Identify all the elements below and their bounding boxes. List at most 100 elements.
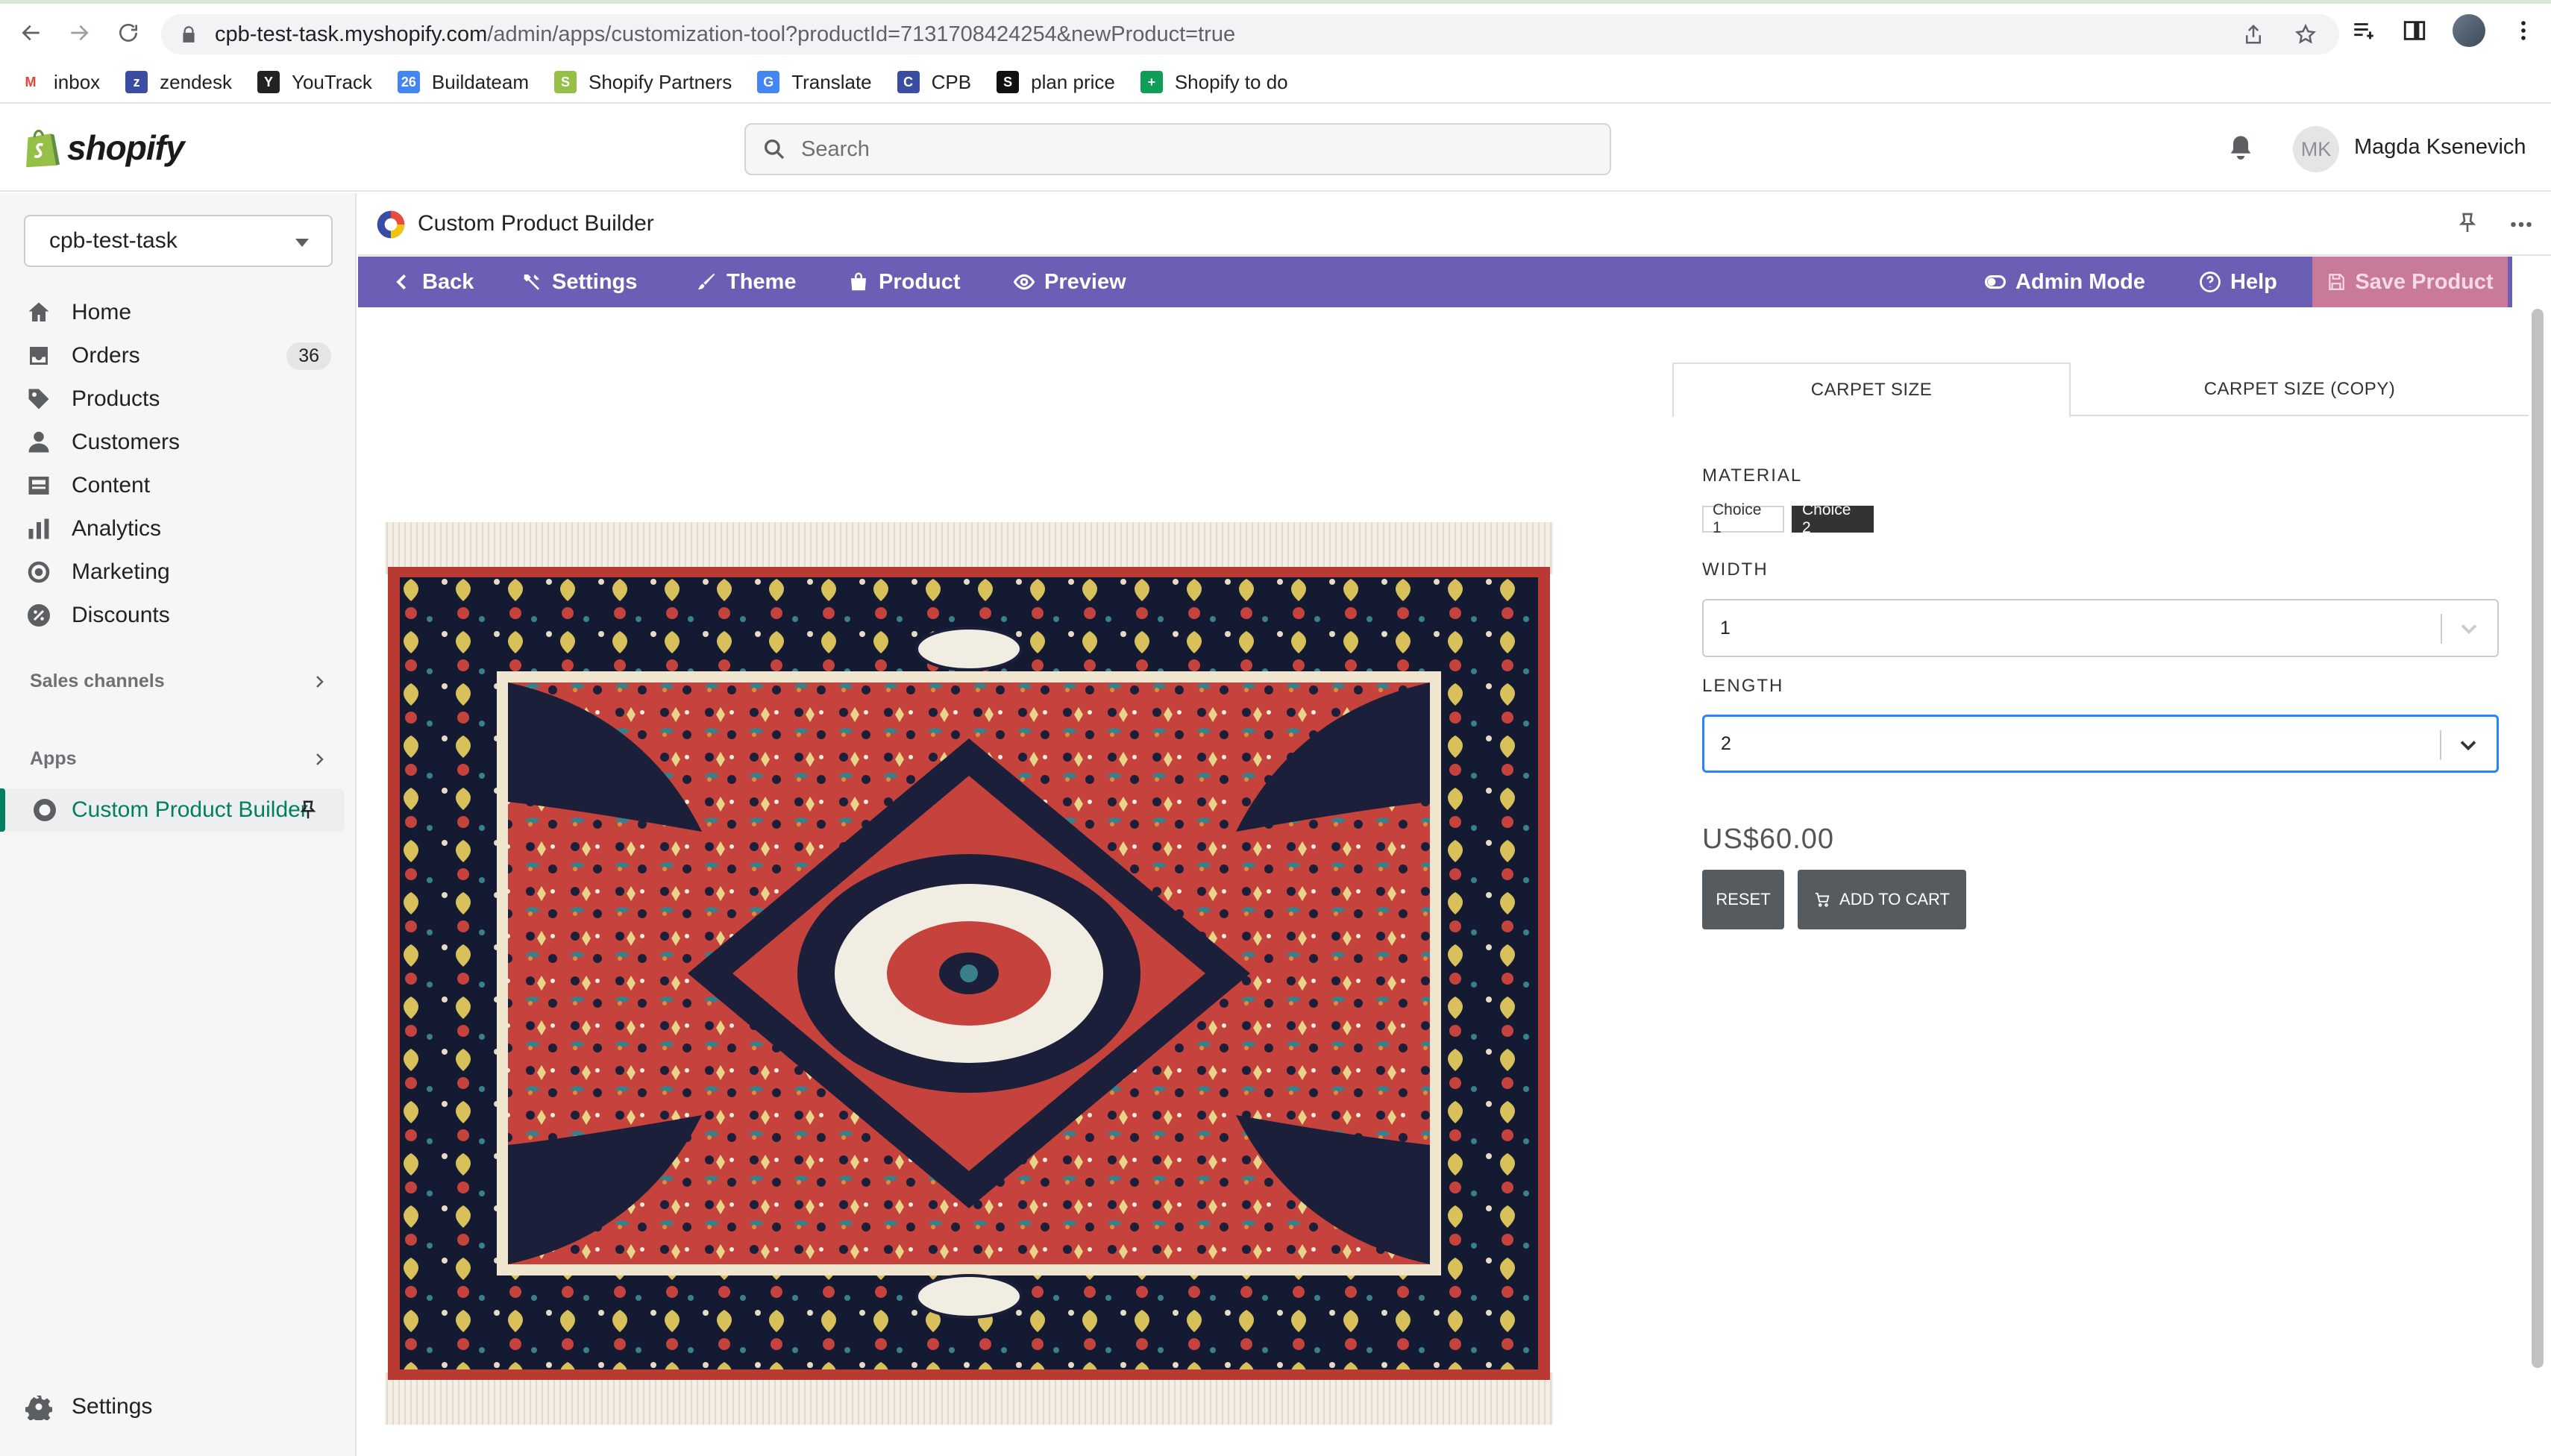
orders-icon [30,347,48,365]
add-to-cart-button[interactable]: ADD TO CART [1798,870,1966,929]
app-toolbar: Back Settings Theme Product Preview Admi… [358,257,2512,307]
apps-header[interactable]: Apps [30,748,328,770]
tab-carpet-size[interactable]: CARPET SIZE [1672,363,2071,418]
main-scrollbar[interactable] [2532,309,2544,1368]
tag-icon [28,389,49,410]
length-select[interactable]: 2 [1702,715,2499,773]
bookmark-cpb[interactable]: C CPB [897,71,971,94]
material-choice-2[interactable]: Choice 2 [1792,501,1874,536]
carpet-product-image [385,522,1553,1425]
zendesk-icon: z [125,71,148,93]
cpb-app-icon [34,799,56,821]
sidebar-item-settings[interactable]: Settings [25,1387,331,1427]
discount-icon [28,604,50,627]
shopify-wordmark: shopify [67,128,185,167]
reset-button[interactable]: RESET [1702,870,1784,929]
gear-icon [25,1396,52,1420]
width-select[interactable]: 1 [1702,599,2499,657]
shopify-icon: S [554,71,577,93]
sidebar-item-products[interactable]: Products [25,379,331,419]
bookmark-zendesk[interactable]: z zendesk [125,71,232,94]
sidebar-item-orders[interactable]: Orders 36 [25,336,331,376]
pin-icon[interactable] [297,799,319,821]
floppy-disk-icon [2329,274,2345,290]
select-divider [2440,730,2441,760]
sidebar-item-customers[interactable]: Customers [25,422,331,462]
url-path: /admin/apps/customization-tool?productId… [487,22,1236,46]
address-bar[interactable]: cpb-test-task.myshopify.com/admin/apps/c… [161,14,2339,54]
preview-button[interactable]: Preview [1013,257,1126,307]
sidebar-item-analytics[interactable]: Analytics [25,509,331,549]
save-product-button[interactable]: Save Product [2312,257,2508,307]
forward-arrow-icon[interactable] [63,16,95,49]
option-tabs: CARPET SIZE CARPET SIZE (COPY) [1672,363,2529,418]
bookmark-shopify-partners[interactable]: S Shopify Partners [554,71,732,94]
admin-mode-toggle[interactable]: Admin Mode [1984,257,2145,307]
search-icon [765,139,785,160]
toggle-icon [1984,274,2006,289]
length-label: LENGTH [1702,676,1784,696]
cpb-icon: C [897,71,920,93]
material-choice-1[interactable]: Choice 1 [1702,501,1784,536]
eye-icon [1013,274,1035,290]
store-selector[interactable]: cpb-test-task [24,215,333,267]
pin-icon[interactable] [2456,211,2479,235]
admin-sidebar: cpb-test-task Home Orders 36 Products Cu… [0,193,357,1456]
marketing-icon [28,561,50,583]
user-name[interactable]: Magda Ksenevich [2354,135,2526,160]
sidebar-item-discounts[interactable]: Discounts [25,595,331,636]
wrench-icon [524,274,539,290]
bookmark-shopify-to-do[interactable]: + Shopify to do [1140,71,1288,94]
bookmark-star-icon[interactable] [2294,23,2317,46]
sidebar-item-home[interactable]: Home [25,292,331,333]
material-label: MATERIAL [1702,465,1803,486]
bookmark-inbox[interactable]: Minbox [19,71,100,94]
cart-icon [1815,892,1830,907]
back-button[interactable]: Back [391,257,474,307]
user-avatar[interactable]: MK [2293,126,2339,172]
chevron-right-icon [316,675,324,688]
bookmark-buildateam[interactable]: 26 Buildateam [397,71,529,94]
gmail-icon: M [19,71,42,93]
bell-icon[interactable] [2226,134,2256,163]
product-button[interactable]: Product [847,257,961,307]
chrome-profile-avatar[interactable] [2453,14,2485,47]
home-icon [28,302,49,321]
more-horizontal-icon[interactable] [2508,211,2535,238]
bookmark-plan-price[interactable]: Splan price [997,71,1115,94]
orders-count-badge: 36 [286,342,331,370]
side-panel-icon[interactable] [2402,18,2427,43]
settings-button[interactable]: Settings [521,257,637,307]
bookmark-youtrack[interactable]: Y YouTrack [257,71,372,94]
browser-toolbar: cpb-test-task.myshopify.com/admin/apps/c… [0,4,2551,62]
tab-carpet-size-copy[interactable]: CARPET SIZE (COPY) [2071,363,2529,416]
chevron-down-icon [2460,741,2476,751]
product-price: US$60.00 [1702,823,1835,855]
sidebar-item-custom-product-builder[interactable]: Custom Product Builder [0,788,345,832]
chevron-down-icon [2461,624,2477,635]
search-input[interactable]: Search [744,123,1611,175]
reading-list-icon[interactable] [2351,18,2376,43]
sidebar-item-content[interactable]: Content [25,465,331,506]
lock-icon [183,26,195,43]
shopping-bag-icon [851,272,866,291]
app-title-bar: Custom Product Builder [358,193,2551,256]
sales-channels-header[interactable]: Sales channels [30,671,328,692]
theme-button[interactable]: Theme [695,257,796,307]
share-icon[interactable] [2242,23,2265,46]
bookmark-translate[interactable]: G Translate [757,71,872,94]
back-arrow-icon[interactable] [15,16,48,49]
youtrack-icon: Y [257,71,280,93]
width-label: WIDTH [1702,559,1769,580]
chrome-menu-icon[interactable] [2511,18,2536,43]
shopify-dark-icon: S [997,71,1020,93]
select-divider [2441,614,2442,644]
width-value: 1 [1720,617,1731,638]
shopify-bag-icon [26,129,60,168]
chevron-right-icon [316,753,324,765]
reload-icon[interactable] [112,16,145,49]
help-button[interactable]: Help [2199,257,2277,307]
active-indicator [0,788,5,832]
shopify-logo[interactable]: shopify [22,126,185,169]
sidebar-item-marketing[interactable]: Marketing [25,552,331,592]
